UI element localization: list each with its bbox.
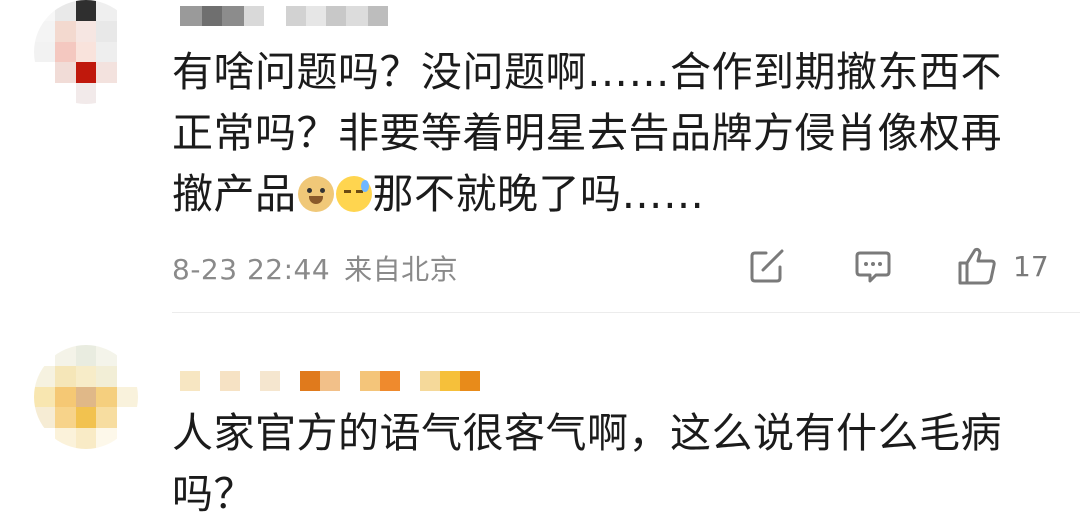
comment-text: 有啥问题吗？没问题啊……合作到期撤东西不正常吗？非要等着明星去告品牌方侵肖像权再… [172,42,1040,225]
doge-emoji-icon [297,176,334,212]
comment-location: 来自北京 [344,253,459,286]
comment-item[interactable]: 人家官方的语气很客气啊，这么说有什么毛病吗？ [0,313,1080,514]
comment-text-part2: 那不就晚了吗…… [372,170,705,218]
like-count: 17 [1013,249,1049,283]
username-blurred[interactable] [180,6,388,26]
comment-item[interactable]: 有啥问题吗？没问题啊……合作到期撤东西不正常吗？非要等着明星去告品牌方侵肖像权再… [0,0,1080,312]
share-icon [750,249,784,283]
sweat-emoji-icon [335,176,372,212]
share-button[interactable] [746,244,788,288]
like-icon [958,247,996,285]
like-button[interactable]: 17 [955,244,1049,288]
comment-meta: 8-23 22:44 来自北京 [172,248,458,288]
comment-text: 人家官方的语气很客气啊，这么说有什么毛病吗？ [172,409,1002,514]
comment-time: 8-23 22:44 [172,253,331,286]
avatar[interactable] [34,0,138,104]
avatar[interactable] [34,345,138,449]
reply-button[interactable] [852,244,894,288]
username-blurred[interactable] [180,371,480,391]
comment-icon [855,251,891,283]
